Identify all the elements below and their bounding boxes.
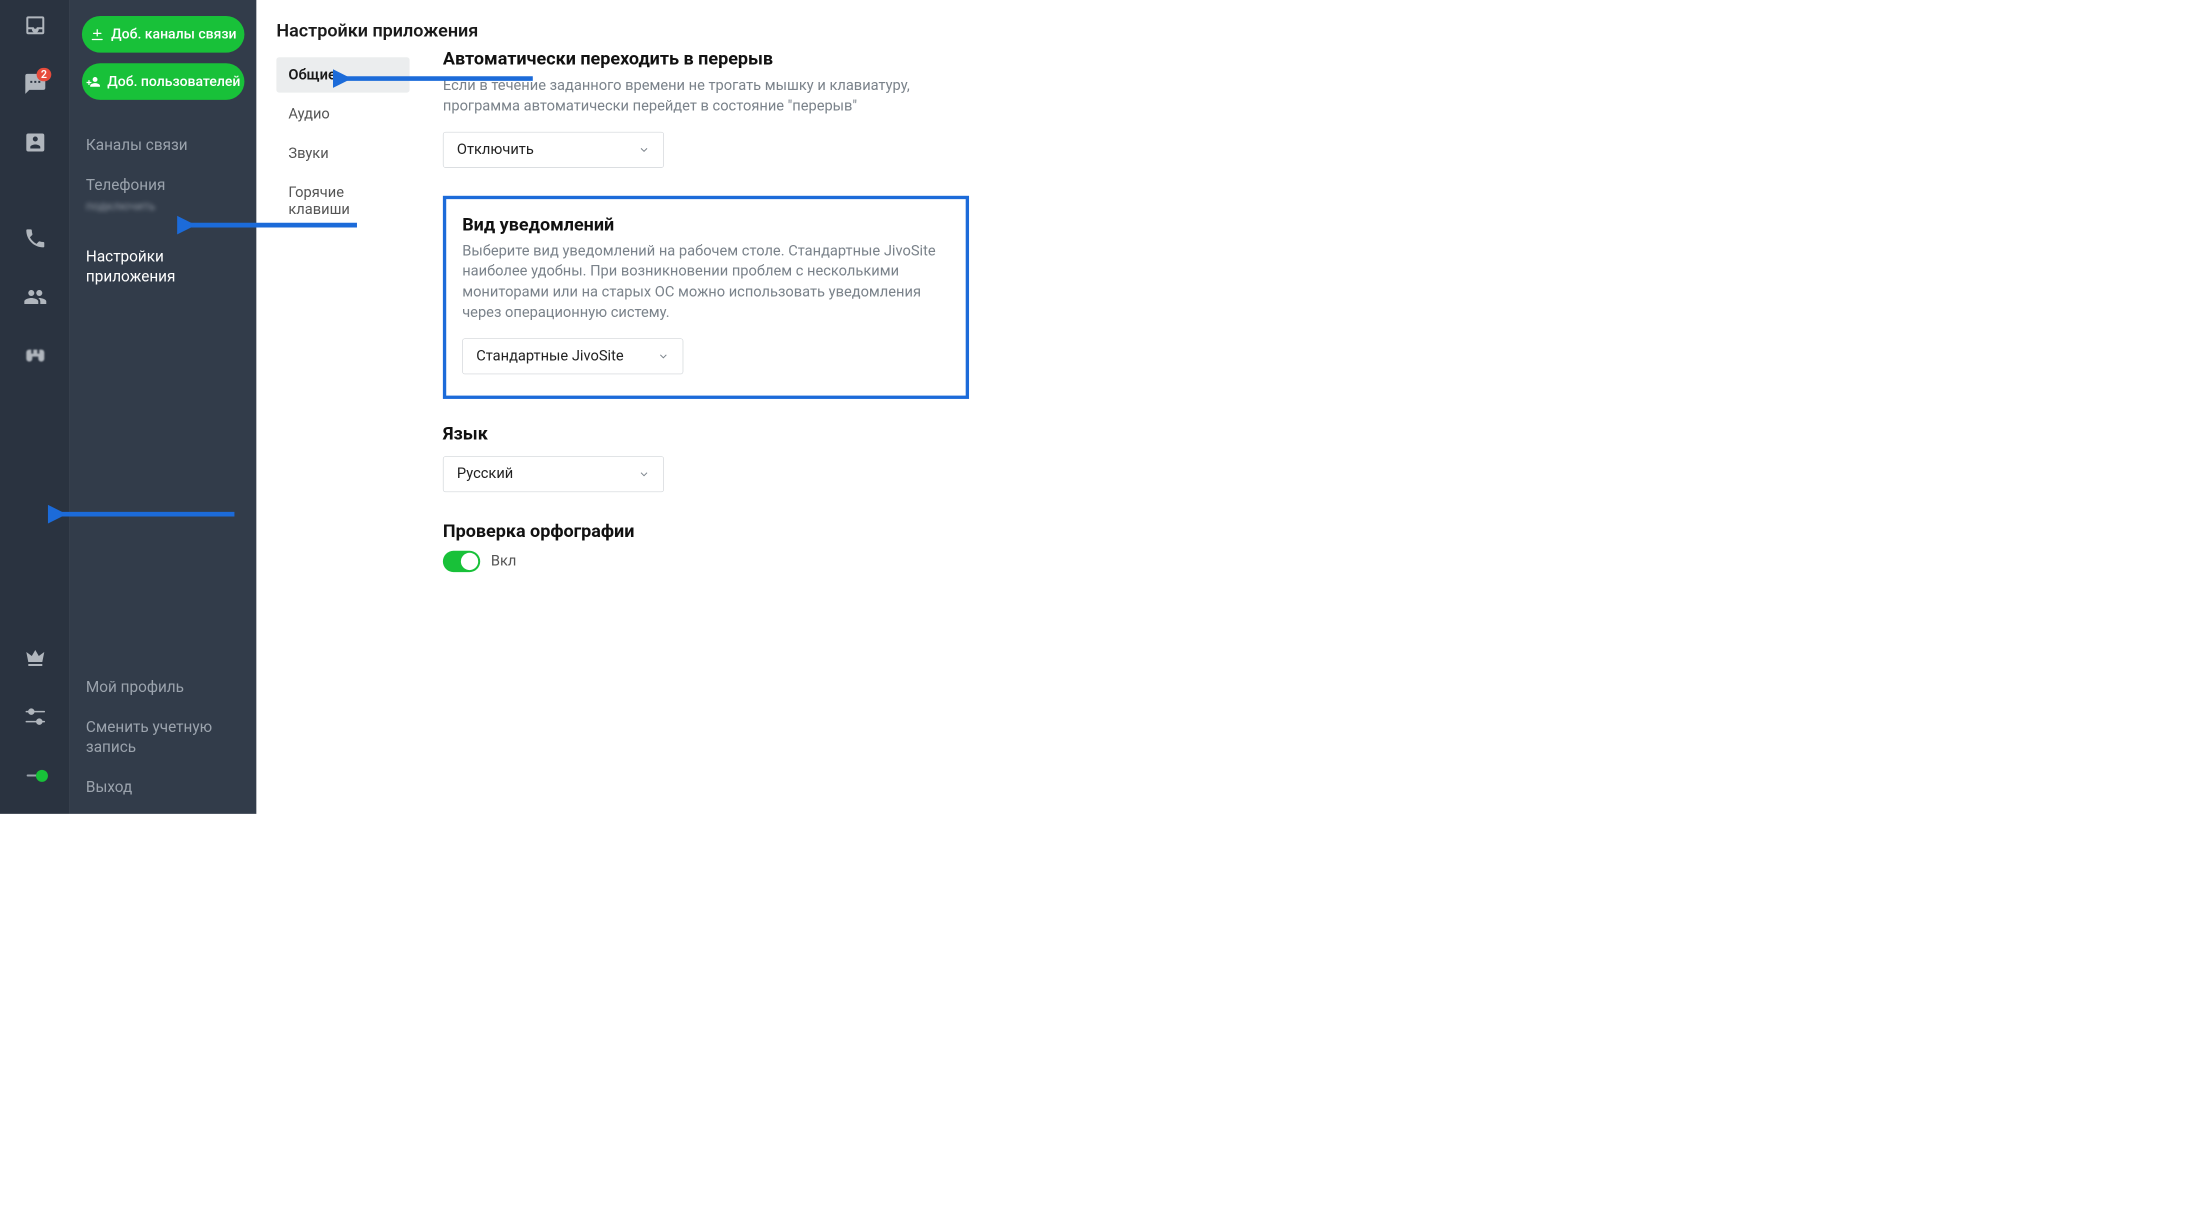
notifications-select[interactable]: Стандартные JivoSite xyxy=(462,338,683,374)
section-language: Язык Русский xyxy=(443,423,969,492)
sidebar-item-app-settings[interactable]: Настройки приложения xyxy=(70,237,256,297)
sidebar-item-logout[interactable]: Выход xyxy=(70,767,256,807)
contacts-icon[interactable] xyxy=(23,131,47,155)
spellcheck-toggle-label: Вкл xyxy=(491,553,517,570)
language-title: Язык xyxy=(443,423,969,444)
sidebar-item-change-account[interactable]: Сменить учетную запись xyxy=(70,708,256,768)
content: Настройки приложения Общие Аудио Звуки Г… xyxy=(256,0,1467,814)
section-auto-break: Автоматически переходить в перерыв Если … xyxy=(443,48,969,168)
chevron-down-icon xyxy=(657,350,669,362)
sidebar: Доб. каналы связи Доб. пользователей Кан… xyxy=(70,0,256,814)
tab-general[interactable]: Общие xyxy=(276,57,409,92)
chat-icon[interactable]: 2 xyxy=(23,72,47,96)
section-notifications: Вид уведомлений Выберите вид уведомлений… xyxy=(462,214,950,375)
auto-break-desc: Если в течение заданного времени не трог… xyxy=(443,76,969,117)
chat-badge: 2 xyxy=(37,68,51,81)
page-title: Настройки приложения xyxy=(276,20,1441,41)
chevron-down-icon xyxy=(638,144,650,156)
auto-break-value: Отключить xyxy=(457,141,534,158)
sidebar-item-blurred: подключить xyxy=(70,198,256,224)
team-icon[interactable] xyxy=(23,285,47,309)
auto-break-title: Автоматически переходить в перерыв xyxy=(443,48,969,69)
chevron-down-icon xyxy=(638,468,650,480)
notifications-value: Стандартные JivoSite xyxy=(476,348,623,365)
status-indicator-icon[interactable] xyxy=(23,763,47,787)
language-select[interactable]: Русский xyxy=(443,456,664,492)
tab-sounds[interactable]: Звуки xyxy=(276,136,409,171)
sidebar-item-profile[interactable]: Мой профиль xyxy=(70,668,256,708)
settings-sliders-icon[interactable] xyxy=(23,705,47,729)
phone-icon[interactable] xyxy=(23,226,47,250)
auto-break-select[interactable]: Отключить xyxy=(443,132,664,168)
spellcheck-toggle[interactable] xyxy=(443,551,480,572)
settings-tabs: Общие Аудио Звуки Горячие клавиши xyxy=(276,57,409,814)
notifications-title: Вид уведомлений xyxy=(462,214,950,235)
tab-hotkeys[interactable]: Горячие клавиши xyxy=(276,175,409,227)
add-users-label: Доб. пользователей xyxy=(107,74,240,90)
add-channels-button[interactable]: Доб. каналы связи xyxy=(82,16,245,53)
notifications-highlight: Вид уведомлений Выберите вид уведомлений… xyxy=(443,196,969,399)
binoculars-icon[interactable] xyxy=(23,344,47,368)
sidebar-item-channels[interactable]: Каналы связи xyxy=(70,125,256,165)
inbox-icon[interactable] xyxy=(23,13,47,37)
notifications-desc: Выберите вид уведомлений на рабочем стол… xyxy=(462,241,950,323)
section-spellcheck: Проверка орфографии Вкл xyxy=(443,520,969,572)
icon-rail: 2 xyxy=(0,0,70,814)
settings-pane: Автоматически переходить в перерыв Если … xyxy=(443,57,969,814)
tab-audio[interactable]: Аудио xyxy=(276,97,409,132)
language-value: Русский xyxy=(457,466,513,483)
add-users-button[interactable]: Доб. пользователей xyxy=(82,63,245,100)
spellcheck-title: Проверка орфографии xyxy=(443,520,969,541)
crown-icon[interactable] xyxy=(23,646,47,670)
add-channels-label: Доб. каналы связи xyxy=(111,26,236,42)
